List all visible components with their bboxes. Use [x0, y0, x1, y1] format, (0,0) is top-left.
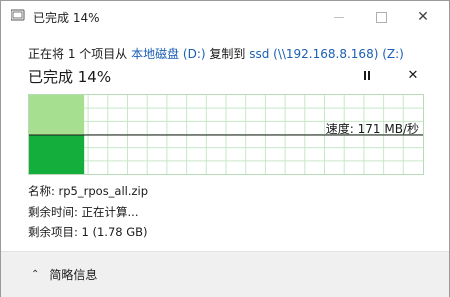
speed-graph: 速度: 171 MB/秒: [28, 94, 424, 175]
maximize-button[interactable]: [363, 1, 399, 33]
fewer-details-label: 简略信息: [49, 268, 98, 282]
minimize-icon: [334, 16, 344, 18]
dialog-footer: ⌃ 简略信息: [1, 251, 449, 297]
maximize-icon: [375, 11, 387, 23]
close-icon: ✕: [417, 9, 429, 25]
cancel-icon: ✕: [407, 67, 419, 83]
title-bar: 已完成 14% ✕: [1, 1, 449, 33]
time-remaining: 剩余时间: 正在计算...: [28, 205, 139, 219]
minimize-button[interactable]: [321, 1, 357, 33]
cancel-button[interactable]: ✕: [405, 67, 421, 83]
pause-icon: [364, 70, 370, 80]
source-link[interactable]: 本地磁盘 (D:): [131, 47, 205, 61]
folder-copy-icon: [11, 9, 25, 21]
copy-middle: 复制到: [205, 47, 250, 61]
items-remaining: 剩余项目: 1 (1.78 GB): [28, 225, 148, 239]
file-name: 名称: rp5_rpos_all.zip: [28, 184, 149, 198]
chevron-up-icon: ⌃: [31, 269, 40, 280]
progress-title: 已完成 14%: [28, 68, 112, 86]
copy-progress-dialog: 已完成 14% ✕ 正在将 1 个项目从 本地磁盘 (D:) 复制到 ssd (…: [0, 0, 450, 297]
copy-prefix: 正在将 1 个项目从: [28, 47, 132, 61]
pause-button[interactable]: [359, 67, 375, 83]
fewer-details-toggle[interactable]: ⌃ 简略信息: [31, 266, 97, 283]
copy-description: 正在将 1 个项目从 本地磁盘 (D:) 复制到 ssd (\\192.168.…: [28, 45, 404, 62]
dialog-content: 正在将 1 个项目从 本地磁盘 (D:) 复制到 ssd (\\192.168.…: [1, 33, 449, 251]
speed-area: [29, 135, 85, 174]
destination-link[interactable]: ssd (\\192.168.8.168) (Z:): [249, 47, 404, 61]
window-title: 已完成 14%: [33, 11, 100, 25]
speed-label: 速度: 171 MB/秒: [325, 122, 419, 136]
close-button[interactable]: ✕: [405, 1, 441, 33]
